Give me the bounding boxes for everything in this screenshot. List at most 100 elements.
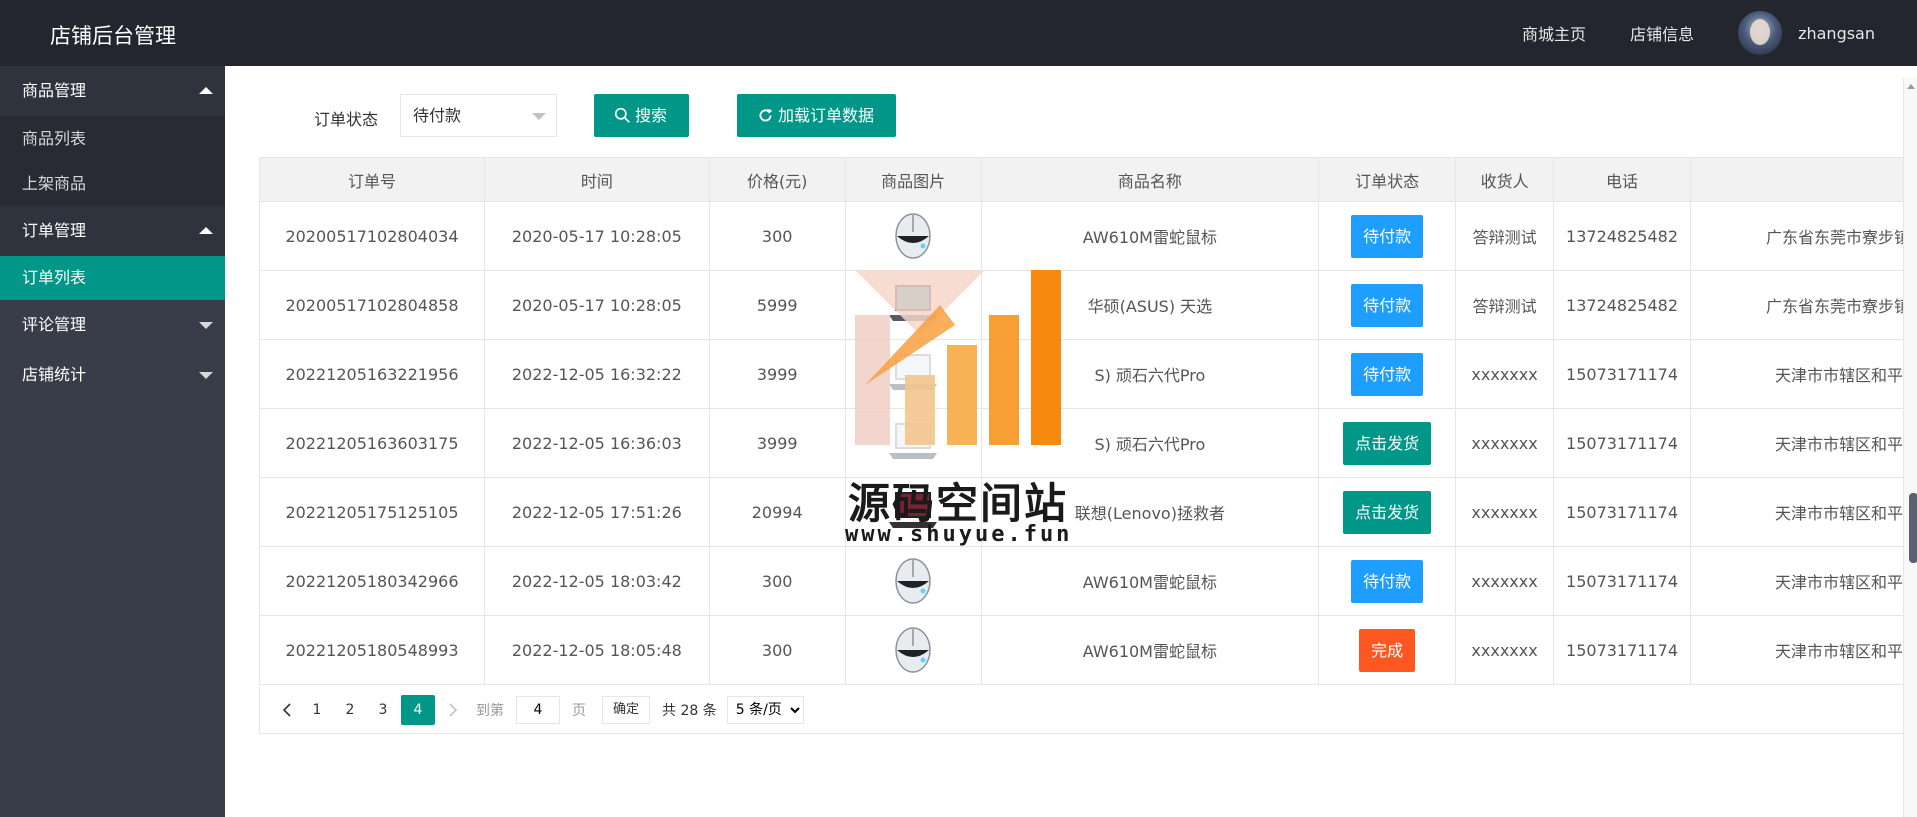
address: 天津市市辖区和平区 xyxy=(1690,546,1917,616)
table-row: 20200517102804034 2020-05-17 10:28:05 30… xyxy=(259,201,1917,271)
status-badge[interactable]: 待付款 xyxy=(1351,559,1424,603)
order-status-cell: 完成 xyxy=(1318,615,1457,685)
search-icon xyxy=(614,107,630,123)
status-badge[interactable]: 待付款 xyxy=(1351,214,1424,258)
laptop-image xyxy=(889,423,938,459)
scroll-up-icon[interactable] xyxy=(1907,84,1915,89)
vertical-scrollbar[interactable] xyxy=(1903,78,1917,817)
receiver: xxxxxxx xyxy=(1455,339,1555,409)
column-header: 时间 xyxy=(483,157,710,202)
order-status-cell: 待付款 xyxy=(1318,339,1457,409)
goto-page-input[interactable] xyxy=(516,696,560,724)
caret-down-icon xyxy=(199,322,213,329)
page-1-button[interactable]: 1 xyxy=(302,695,332,725)
laptop-image xyxy=(889,354,938,390)
total-count: 共 28 条 xyxy=(662,703,717,719)
goto-confirm-button[interactable]: 确定 xyxy=(602,696,651,724)
page-size-select[interactable]: 5 条/页 xyxy=(726,696,804,724)
caret-up-icon xyxy=(199,227,213,234)
phone: 13724825482 xyxy=(1553,270,1692,340)
sidebar: 商品管理 商品列表 上架商品 订单管理 订单列表 评论管理 店铺统计 xyxy=(0,66,225,817)
username[interactable]: zhangsan xyxy=(1798,24,1875,43)
chevron-left-icon xyxy=(282,703,291,717)
sidebar-group-label: 商品管理 xyxy=(22,81,87,100)
column-header: 商品名称 xyxy=(980,157,1320,202)
address: 广东省东莞市寮步镇 xyxy=(1690,270,1917,340)
order-status-label: 订单状态 xyxy=(314,110,379,129)
product-name: S) 顽石六代Pro xyxy=(980,408,1320,478)
address: 天津市市辖区和平区 xyxy=(1690,477,1917,547)
avatar[interactable] xyxy=(1738,11,1783,55)
page-2-button[interactable]: 2 xyxy=(335,695,365,725)
top-nav-home-link[interactable]: 商城主页 xyxy=(1522,21,1586,45)
order-id: 20200517102804858 xyxy=(259,270,485,340)
page-3-button[interactable]: 3 xyxy=(368,695,398,725)
chevron-down-icon xyxy=(532,113,546,120)
sidebar-submenu-orders: 订单列表 xyxy=(0,256,225,300)
order-id: 20221205163603175 xyxy=(259,408,485,478)
order-id: 20221205175125105 xyxy=(259,477,485,547)
app-title: 店铺后台管理 xyxy=(50,24,176,48)
order-status-value: 待付款 xyxy=(413,106,462,125)
product-name: AW610M雷蛇鼠标 xyxy=(980,615,1320,685)
status-badge[interactable]: 待付款 xyxy=(1351,283,1424,327)
order-price: 3999 xyxy=(708,339,846,409)
sidebar-group-orders[interactable]: 订单管理 xyxy=(0,206,225,256)
next-page-button[interactable] xyxy=(438,695,468,725)
order-status-cell: 待付款 xyxy=(1318,201,1457,271)
user-menu[interactable]: zhangsan xyxy=(1738,11,1875,55)
status-badge[interactable]: 完成 xyxy=(1359,628,1416,672)
phone: 15073171174 xyxy=(1553,546,1692,616)
column-header: 商品图片 xyxy=(844,157,982,202)
load-orders-button-label: 加载订单数据 xyxy=(778,106,875,125)
order-price: 3999 xyxy=(708,408,846,478)
sidebar-group-label: 订单管理 xyxy=(22,221,87,240)
ship-button[interactable]: 点击发货 xyxy=(1343,490,1432,534)
sidebar-item-goods-list[interactable]: 商品列表 xyxy=(0,116,225,161)
caret-up-icon xyxy=(199,87,213,94)
sidebar-group-label: 店铺统计 xyxy=(22,365,87,384)
column-header: 价格(元) xyxy=(708,157,846,202)
column-header: 地 xyxy=(1690,157,1917,202)
order-status-cell: 点击发货 xyxy=(1318,408,1457,478)
receiver: xxxxxxx xyxy=(1455,546,1555,616)
prev-page-button[interactable] xyxy=(272,695,302,725)
watermark-url: www.shuyue.fun xyxy=(845,522,1073,547)
order-status-select[interactable]: 待付款 xyxy=(400,94,557,137)
address: 广东省东莞市寮步镇 xyxy=(1690,201,1917,271)
phone: 15073171174 xyxy=(1553,477,1692,547)
column-header: 订单号 xyxy=(259,157,485,202)
address: 天津市市辖区和平区 xyxy=(1690,615,1917,685)
column-header: 电话 xyxy=(1553,157,1692,202)
table-header-row: 订单号 时间 价格(元) 商品图片 商品名称 订单状态 收货人 电话 地 xyxy=(259,157,1917,202)
ship-button[interactable]: 点击发货 xyxy=(1343,421,1432,465)
scroll-thumb[interactable] xyxy=(1909,493,1917,563)
sidebar-item-add-goods[interactable]: 上架商品 xyxy=(0,161,225,206)
product-image xyxy=(844,546,982,616)
product-image xyxy=(844,201,982,271)
order-time: 2022-12-05 18:05:48 xyxy=(483,615,710,685)
sidebar-item-order-list[interactable]: 订单列表 xyxy=(0,256,225,300)
status-badge[interactable]: 待付款 xyxy=(1351,352,1424,396)
receiver: xxxxxxx xyxy=(1455,615,1555,685)
order-time: 2022-12-05 16:36:03 xyxy=(483,408,710,478)
search-button[interactable]: 搜索 xyxy=(594,94,689,137)
address: 天津市市辖区和平区 xyxy=(1690,339,1917,409)
load-orders-button[interactable]: 加载订单数据 xyxy=(737,94,896,137)
top-nav-shop-info-link[interactable]: 店铺信息 xyxy=(1630,21,1694,45)
order-time: 2020-05-17 10:28:05 xyxy=(483,270,710,340)
sidebar-group-stats[interactable]: 店铺统计 xyxy=(0,350,225,400)
search-button-label: 搜索 xyxy=(635,106,668,125)
product-image xyxy=(844,615,982,685)
table-row: 20221205163603175 2022-12-05 16:36:03 39… xyxy=(259,408,1917,478)
order-price: 5999 xyxy=(708,270,846,340)
sidebar-group-goods[interactable]: 商品管理 xyxy=(0,66,225,116)
order-price: 300 xyxy=(708,615,846,685)
sidebar-group-comments[interactable]: 评论管理 xyxy=(0,300,225,350)
receiver: xxxxxxx xyxy=(1455,477,1555,547)
column-header: 收货人 xyxy=(1455,157,1555,202)
phone: 13724825482 xyxy=(1553,201,1692,271)
page-4-button[interactable]: 4 xyxy=(401,695,435,725)
order-id: 20221205163221956 xyxy=(259,339,485,409)
receiver: 答辩测试 xyxy=(1455,270,1555,340)
